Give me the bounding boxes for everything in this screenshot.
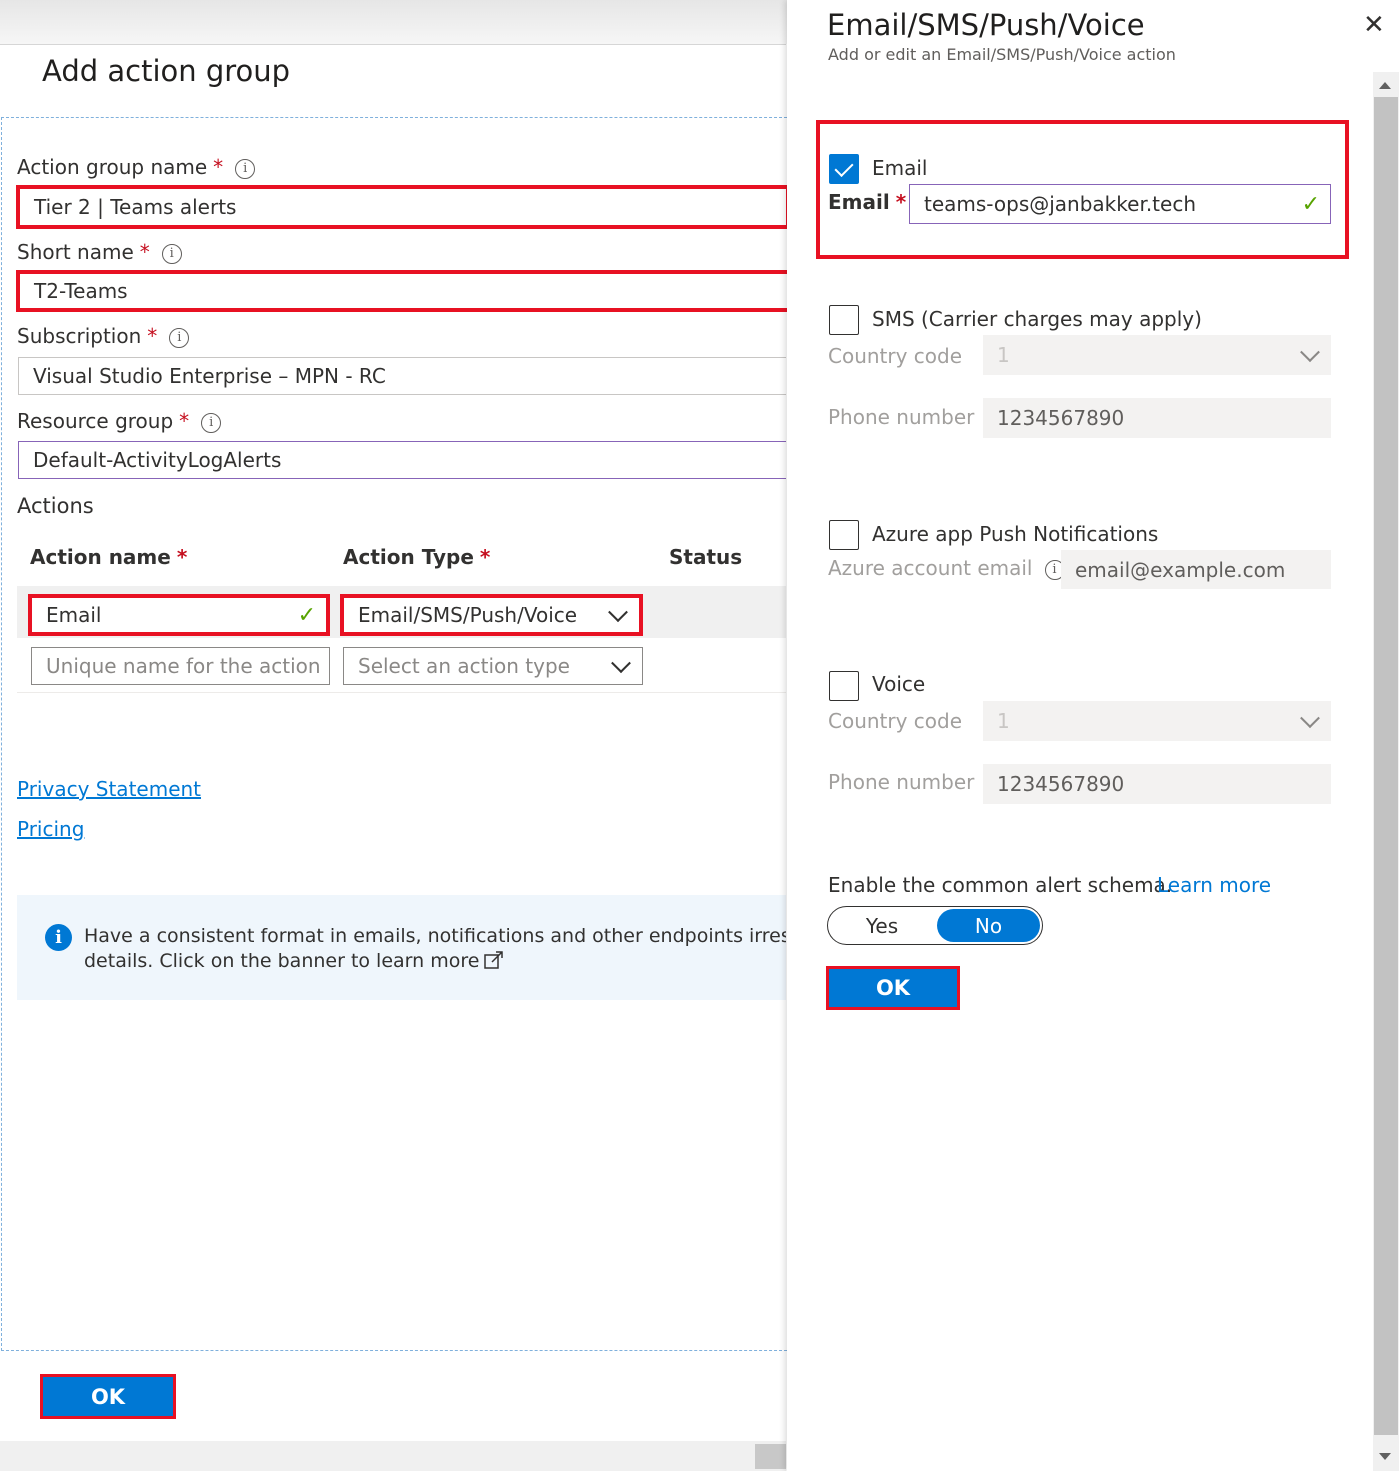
required-marker: * <box>139 240 150 264</box>
chevron-down-icon <box>1300 342 1320 363</box>
input-value: Email <box>46 603 102 627</box>
email-checkbox-label: Email <box>872 156 928 180</box>
blade-subtitle: Add or edit an Email/SMS/Push/Voice acti… <box>828 45 1176 64</box>
required-marker: * <box>213 155 224 179</box>
voice-checkbox-label: Voice <box>872 672 926 696</box>
voice-country-code-select[interactable]: 1 <box>983 701 1331 741</box>
push-checkbox-label: Azure app Push Notifications <box>872 522 1159 546</box>
left-ok-button[interactable]: OK <box>40 1374 176 1419</box>
input-value: teams-ops@janbakker.tech <box>924 192 1197 216</box>
required-marker: * <box>895 190 907 214</box>
required-marker: * <box>179 409 190 433</box>
label-text: Email <box>828 190 890 214</box>
sms-phone-number-input[interactable]: 1234567890 <box>983 398 1331 438</box>
voice-phone-number-input[interactable]: 1234567890 <box>983 764 1331 804</box>
right-ok-button[interactable]: OK <box>826 966 960 1010</box>
column-header-action-name: Action name * <box>30 545 187 569</box>
info-icon[interactable]: i <box>169 328 190 348</box>
schema-no-option[interactable]: No <box>937 909 1040 942</box>
header-text: Action Type <box>343 545 474 569</box>
vertical-scroll-thumb[interactable] <box>1374 97 1398 1435</box>
push-checkbox[interactable] <box>829 520 859 550</box>
sms-phone-number-label: Phone number <box>828 405 975 429</box>
action-group-name-label: Action group name * i <box>17 155 256 179</box>
required-marker: * <box>479 545 491 569</box>
short-name-label: Short name * i <box>17 240 182 264</box>
action-type-select[interactable]: Email/SMS/Push/Voice <box>340 594 643 636</box>
chevron-down-icon <box>1300 708 1320 729</box>
email-field-label: Email * <box>828 190 906 214</box>
blade-title: Email/SMS/Push/Voice <box>827 8 1145 42</box>
sms-country-code-label: Country code <box>828 344 963 368</box>
sms-country-code-select[interactable]: 1 <box>983 335 1331 375</box>
banner-line-2: details. Click on the banner to learn mo… <box>84 950 505 972</box>
label-text: Resource group <box>17 409 174 433</box>
voice-phone-number-label: Phone number <box>828 770 975 794</box>
chevron-down-icon <box>611 653 631 674</box>
info-icon[interactable]: i <box>201 413 222 433</box>
checkmark-icon: ✓ <box>1301 191 1320 217</box>
banner-line-1: Have a consistent format in emails, noti… <box>84 925 786 947</box>
common-alert-schema-label: Enable the common alert schema. <box>828 873 1173 897</box>
email-input[interactable]: teams-ops@janbakker.tech ✓ <box>909 184 1331 224</box>
info-icon[interactable]: i <box>161 244 182 264</box>
label-text: Subscription <box>17 324 142 348</box>
voice-country-code-label: Country code <box>828 709 963 733</box>
scroll-down-arrow[interactable] <box>1379 1453 1391 1460</box>
select-value: Email/SMS/Push/Voice <box>358 603 578 627</box>
close-icon[interactable]: ✕ <box>1363 10 1385 40</box>
label-text: Action group name <box>17 155 208 179</box>
azure-account-email-input[interactable]: email@example.com <box>1061 550 1331 589</box>
action-group-name-input[interactable]: Tier 2 | Teams alerts <box>16 185 790 229</box>
sms-checkbox-label: SMS (Carrier charges may apply) <box>872 307 1202 331</box>
required-marker: * <box>147 324 158 348</box>
info-filled-icon: i <box>45 924 72 951</box>
azure-account-email-label: Azure account email i <box>828 556 1065 580</box>
label-text: Short name <box>17 240 134 264</box>
actions-heading: Actions <box>17 494 94 518</box>
select-value: 1 <box>997 709 1010 733</box>
external-link-icon <box>484 951 504 969</box>
chevron-down-icon <box>608 602 628 623</box>
label-text: Azure account email <box>828 556 1033 580</box>
info-icon[interactable]: i <box>235 159 256 179</box>
page-title: Add action group <box>42 54 291 88</box>
scroll-up-arrow[interactable] <box>1379 82 1391 89</box>
header-text: Action name <box>30 545 171 569</box>
resource-group-select[interactable]: Default-ActivityLogAlerts <box>18 441 786 479</box>
column-header-status: Status <box>669 545 743 569</box>
info-banner[interactable] <box>17 895 786 1000</box>
subscription-label: Subscription * i <box>17 324 190 348</box>
required-marker: * <box>176 545 188 569</box>
email-checkbox[interactable] <box>829 154 859 184</box>
voice-checkbox[interactable] <box>829 671 859 701</box>
column-header-action-type: Action Type * <box>343 545 490 569</box>
placeholder-text: Unique name for the action <box>46 654 321 678</box>
action-name-input[interactable]: Email ✓ <box>28 594 330 636</box>
sms-checkbox[interactable] <box>829 305 859 335</box>
schema-yes-option[interactable]: Yes <box>830 909 934 942</box>
horizontal-scrollbar[interactable] <box>0 1441 786 1471</box>
privacy-statement-link[interactable]: Privacy Statement <box>17 777 201 801</box>
resource-group-label: Resource group * i <box>17 409 222 433</box>
new-action-type-select[interactable]: Select an action type <box>343 647 643 685</box>
placeholder-text: Select an action type <box>358 654 570 678</box>
banner-text: details. Click on the banner to learn mo… <box>84 950 480 972</box>
select-value: 1 <box>997 343 1010 367</box>
subscription-select[interactable]: Visual Studio Enterprise – MPN - RC <box>18 357 786 395</box>
pricing-link[interactable]: Pricing <box>17 817 84 841</box>
row-divider <box>17 692 786 693</box>
new-action-name-input[interactable]: Unique name for the action <box>31 647 330 685</box>
checkmark-icon: ✓ <box>297 602 316 628</box>
horizontal-scroll-thumb[interactable] <box>755 1444 786 1469</box>
learn-more-link[interactable]: Learn more <box>1157 873 1271 897</box>
short-name-input[interactable]: T2-Teams <box>16 270 791 312</box>
